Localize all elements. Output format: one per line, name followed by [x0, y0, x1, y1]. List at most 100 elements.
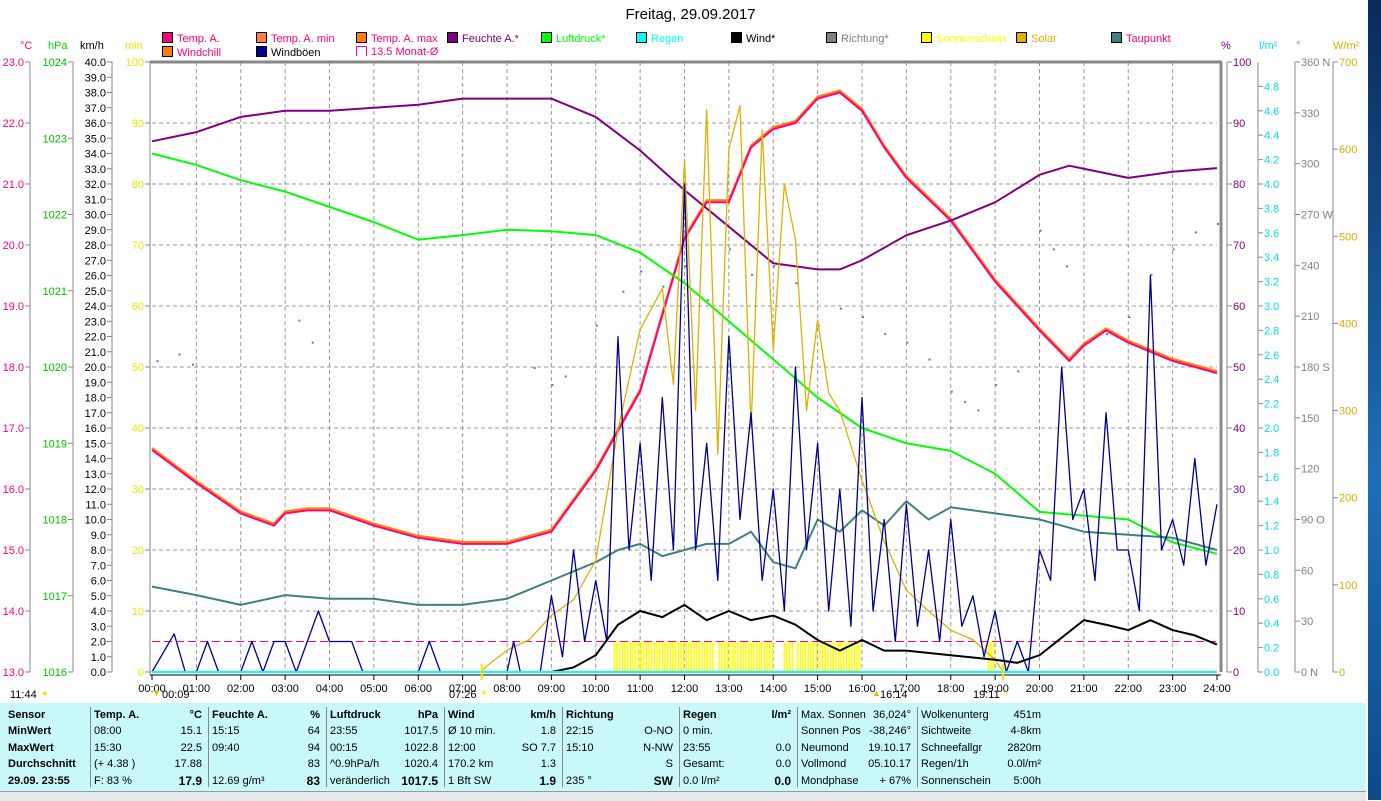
- deg-tick-label: 330: [1301, 108, 1319, 120]
- kmh-tick-label: 18.0: [85, 393, 106, 405]
- deg-unit-label: °: [1296, 40, 1301, 52]
- stats-row: Ø 10 min. 1.8: [444, 723, 562, 739]
- stats-label: Richtung: [566, 709, 614, 721]
- stats-row: (+ 4.38 ) 17.88: [90, 756, 208, 772]
- temp-tick-label: 20.0: [3, 240, 24, 252]
- stats-label: Temp. A.: [94, 709, 140, 721]
- rain-tick-label: 1.0: [1264, 545, 1279, 557]
- kmh-tick-label: 35.0: [85, 133, 106, 145]
- legend-swatch-icon: [356, 32, 367, 43]
- temp-tick-label: 16.0: [3, 484, 24, 496]
- direction-point: [533, 367, 536, 369]
- rain-tick-label: 1.2: [1264, 521, 1279, 533]
- deg-tick-label: 210: [1301, 311, 1319, 323]
- kmh-tick-label: 27.0: [85, 255, 106, 267]
- stats-row: Max. Sonnen 36,024°: [797, 707, 917, 723]
- pct-tick-label: 100: [1233, 57, 1251, 69]
- direction-point: [1017, 370, 1020, 373]
- stats-value: 1020.4: [404, 758, 438, 771]
- stats-value: 1.9: [539, 773, 556, 788]
- x-tick-label: 24:00: [1203, 683, 1231, 695]
- stats-block: Wind km/h Ø 10 min. 1.8 12:00 SO 7.7 170.2 km 1…: [444, 707, 563, 788]
- stats-value: 83: [307, 758, 320, 771]
- legend-swatch-icon: [256, 46, 267, 57]
- x-tick-label: 09:00: [538, 683, 566, 695]
- legend-label: Temp. A. min: [271, 33, 335, 45]
- stats-label: 15:15: [212, 725, 240, 738]
- kmh-tick-label: 25.0: [85, 286, 106, 298]
- stats-value: 0.0: [775, 758, 791, 771]
- legend-swatch-icon: [1016, 32, 1027, 43]
- moonrise-time: 16:14: [880, 689, 908, 701]
- stats-label: Schneefallgr: [921, 741, 983, 754]
- moon-time: 11:44: [10, 689, 37, 701]
- stats-row: S: [562, 756, 679, 772]
- rain-tick-label: 0.6: [1264, 594, 1279, 606]
- hpa-unit-label: hPa: [48, 40, 68, 52]
- stats-row: Vollmond 05.10.17: [797, 756, 917, 772]
- x-tick-label: 18:00: [937, 683, 965, 695]
- stats-value: 1.3: [540, 758, 556, 771]
- min-tick-label: 0: [138, 667, 144, 679]
- legend-label: Wind*: [746, 33, 776, 45]
- hpa-tick-label: 1022: [43, 210, 67, 222]
- x-tick-label: 12:00: [671, 683, 699, 695]
- direction-point: [706, 299, 709, 302]
- rain-tick-label: 2.2: [1264, 399, 1279, 411]
- stats-value: S: [665, 758, 673, 771]
- rain-tick-label: 3.6: [1264, 228, 1279, 240]
- rain-unit-label: l/m²: [1259, 40, 1278, 52]
- pct-tick-label: 10: [1233, 606, 1245, 618]
- x-tick-label: 22:00: [1114, 683, 1142, 695]
- weather-chart: 00:00 01:00 02:00 03:00 04:00 05:00 06:00 07:00…: [3, 57, 1358, 695]
- deg-tick-label: 90 O: [1301, 515, 1325, 527]
- stats-row: Neumond 19.10.17: [797, 740, 917, 756]
- direction-point: [622, 290, 625, 293]
- kmh-tick-label: 16.0: [85, 423, 106, 435]
- legend-swatch-icon: [162, 32, 173, 43]
- stats-label: veränderlich: [330, 774, 390, 787]
- kmh-tick-label: 26.0: [85, 271, 106, 283]
- hpa-tick-label: 1020: [43, 362, 67, 374]
- hpa-tick-label: 1019: [43, 438, 67, 450]
- direction-point: [1052, 248, 1055, 251]
- min-tick-label: 40: [132, 423, 144, 435]
- kmh-tick-label: 19.0: [85, 377, 106, 389]
- stats-row: 00:15 1022.8: [326, 740, 444, 756]
- kmh-tick-label: 12.0: [85, 484, 106, 496]
- stats-label: Feuchte A.: [212, 709, 268, 721]
- kmh-tick-label: 1.0: [91, 652, 106, 664]
- x-tick-label: 21:00: [1070, 683, 1098, 695]
- stats-value: 451m: [1013, 709, 1041, 721]
- kmh-tick-label: 14.0: [85, 454, 106, 466]
- kmh-tick-label: 34.0: [85, 149, 106, 161]
- stats-label: 235 °: [566, 774, 592, 787]
- stats-row: 15:30 22.5: [90, 740, 208, 756]
- direction-point: [906, 341, 909, 344]
- legend-item: Temp. A. max: [356, 32, 438, 45]
- kmh-tick-label: 37.0: [85, 103, 106, 115]
- stats-label: Durchschnitt: [8, 758, 76, 771]
- direction-point: [684, 265, 687, 268]
- kmh-tick-label: 32.0: [85, 179, 106, 191]
- rain-tick-label: 4.2: [1264, 155, 1279, 167]
- min-tick-label: 50: [132, 362, 144, 374]
- direction-point: [595, 324, 598, 327]
- kmh-tick-label: 4.0: [91, 606, 106, 618]
- legend-item: Temp. A. min: [256, 32, 335, 45]
- stats-label: 170.2 km: [448, 758, 494, 771]
- kmh-tick-label: 33.0: [85, 164, 106, 176]
- sunset-icon: ○: [1003, 688, 1009, 698]
- deg-tick-label: 300: [1301, 159, 1319, 171]
- stats-value: SW: [653, 773, 673, 788]
- stats-label: 0.0 l/m²: [683, 774, 720, 787]
- stats-value: km/h: [530, 709, 556, 721]
- stats-label: Vollmond: [801, 758, 847, 771]
- solar-tick-label: 100: [1339, 580, 1357, 592]
- direction-point: [795, 282, 798, 285]
- stats-label: Luftdruck: [330, 709, 381, 721]
- kmh-tick-label: 21.0: [85, 347, 106, 359]
- stats-row: 09:40 94: [208, 740, 326, 756]
- stats-label: 08:00: [94, 725, 122, 738]
- stats-label: Mondphase: [801, 774, 859, 787]
